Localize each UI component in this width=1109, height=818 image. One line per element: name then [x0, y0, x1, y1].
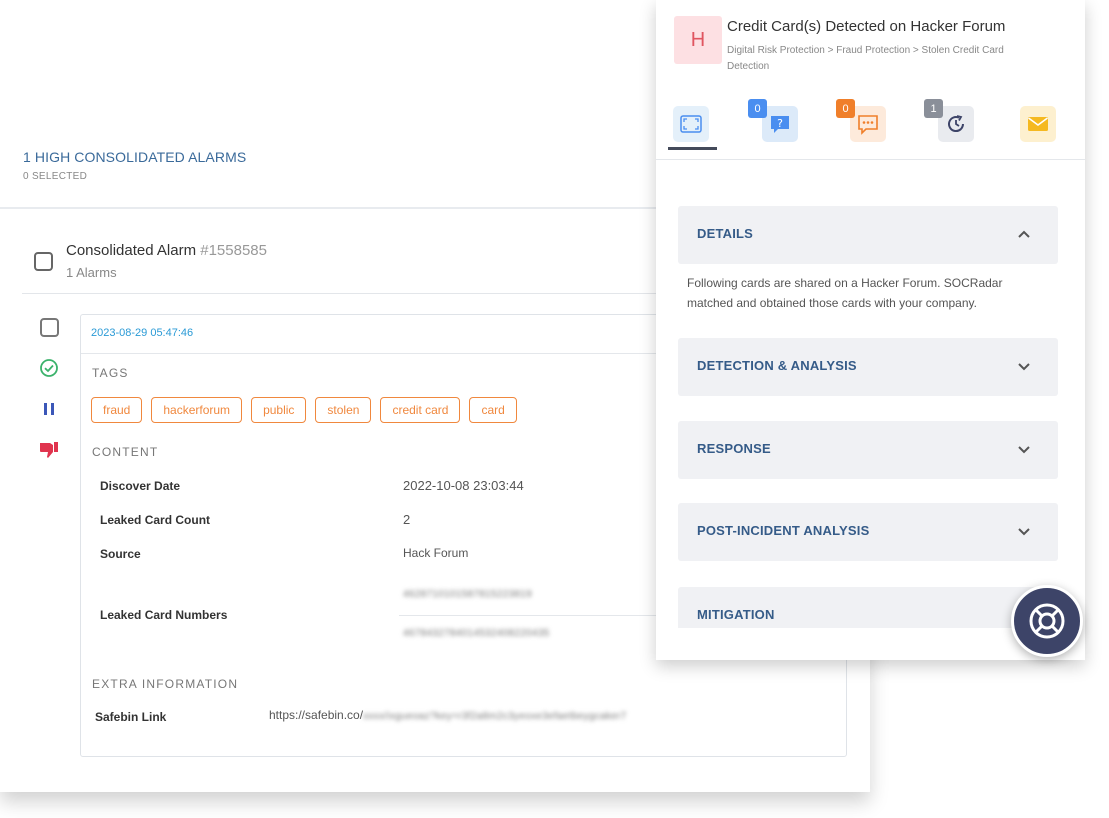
chevron-down-icon: [1018, 446, 1030, 454]
alarms-title: 1 HIGH CONSOLIDATED ALARMS: [23, 149, 247, 165]
thumbs-down-icon[interactable]: [38, 439, 60, 461]
extra-info-label: EXTRA INFORMATION: [92, 677, 239, 691]
tag[interactable]: card: [469, 397, 517, 423]
expand-icon: [680, 115, 702, 133]
tab-comments[interactable]: [850, 106, 886, 142]
chevron-up-icon: [1018, 230, 1030, 238]
tab-history[interactable]: [938, 106, 974, 142]
panel-title: Credit Card(s) Detected on Hacker Forum: [727, 18, 1006, 35]
response-section[interactable]: RESPONSE: [678, 421, 1058, 479]
mail-icon: [1028, 117, 1048, 131]
active-tab-indicator: [668, 147, 717, 150]
details-section-title: DETAILS: [697, 226, 754, 241]
questions-badge: 0: [748, 99, 767, 118]
mitigation-title: MITIGATION: [697, 607, 775, 622]
question-icon: ?: [771, 116, 789, 133]
source-label: Source: [100, 547, 141, 561]
tags-list: fraud hackerforum public stolen credit c…: [91, 397, 517, 423]
breadcrumb: Digital Risk Protection > Fraud Protecti…: [727, 45, 1004, 72]
scroll-mask: [678, 628, 1058, 660]
chevron-down-icon: [1018, 363, 1030, 371]
tab-mail[interactable]: [1020, 106, 1056, 142]
history-icon: [948, 115, 965, 133]
post-incident-section[interactable]: POST-INCIDENT ANALYSIS: [678, 503, 1058, 561]
divider: [399, 615, 659, 616]
leaked-card-count-value: 2: [403, 512, 411, 527]
tag[interactable]: credit card: [380, 397, 461, 423]
tag[interactable]: fraud: [91, 397, 143, 423]
selected-count: 0 SELECTED: [23, 171, 88, 182]
source-value: Hack Forum: [403, 546, 469, 560]
details-text: Following cards are shared on a Hacker F…: [687, 276, 1003, 310]
detection-analysis-title: DETECTION & ANALYSIS: [697, 358, 857, 373]
leaked-card-numbers-label: Leaked Card Numbers: [100, 608, 228, 622]
avatar: H: [674, 16, 722, 64]
details-section[interactable]: DETAILS: [678, 206, 1058, 264]
pause-icon[interactable]: [38, 398, 60, 420]
safebin-label: Safebin Link: [95, 710, 167, 724]
chevron-down-icon: [1018, 528, 1030, 536]
help-button[interactable]: [1011, 585, 1083, 657]
svg-text:?: ?: [777, 117, 783, 130]
safebin-link-prefix: https://safebin.co/: [269, 708, 364, 722]
post-incident-title: POST-INCIDENT ANALYSIS: [697, 523, 870, 538]
discover-date-label: Discover Date: [100, 479, 181, 493]
comment-icon: [858, 115, 878, 135]
leaked-card-count-label: Leaked Card Count: [100, 513, 211, 527]
alarms-header: 1 HIGH CONSOLIDATED ALARMS 0 SELECTED: [23, 149, 246, 182]
alarm-select[interactable]: [38, 316, 60, 338]
tab-details[interactable]: [673, 106, 709, 142]
tag[interactable]: hackerforum: [151, 397, 243, 423]
card-number: 4678432784014532408220435: [403, 628, 550, 639]
safebin-link[interactable]: https://safebin.co/xxxx/ixgueoaz?key=r3f…: [269, 708, 627, 722]
tag[interactable]: public: [251, 397, 307, 423]
discover-date-value: 2022-10-08 23:03:44: [403, 478, 524, 493]
alarm-detail-panel: H Credit Card(s) Detected on Hacker Foru…: [656, 0, 1085, 660]
resolve-icon[interactable]: [38, 357, 60, 379]
alarm-date[interactable]: 2023-08-29 05:47:46: [91, 327, 193, 339]
safebin-link-blurred: xxxx/ixgueoaz?key=r3f2a8m2c3yeoxe3efaetb…: [363, 711, 627, 722]
consolidated-alarm-label: Consolidated Alarm: [66, 242, 201, 259]
consolidated-alarm-checkbox[interactable]: [34, 252, 53, 271]
comments-badge: 0: [836, 99, 855, 118]
tab-questions[interactable]: ?: [762, 106, 798, 142]
alarm-count: 1 Alarms: [66, 265, 117, 280]
tags-label: TAGS: [92, 366, 129, 380]
detection-analysis-section[interactable]: DETECTION & ANALYSIS: [678, 338, 1058, 396]
consolidated-alarm-title: Consolidated Alarm #1558585: [66, 242, 267, 259]
panel-tabs: ? 0 0 1: [656, 96, 1085, 160]
response-title: RESPONSE: [697, 441, 771, 456]
card-number: 4628710101587815223819: [403, 589, 532, 600]
consolidated-alarm-id: #1558585: [200, 242, 267, 259]
alarm-checkbox[interactable]: [39, 317, 59, 337]
tag[interactable]: stolen: [315, 397, 372, 423]
history-badge: 1: [924, 99, 943, 118]
alarm-actions: [38, 316, 60, 480]
lifebuoy-icon: [1029, 603, 1065, 639]
content-label: CONTENT: [92, 445, 159, 459]
